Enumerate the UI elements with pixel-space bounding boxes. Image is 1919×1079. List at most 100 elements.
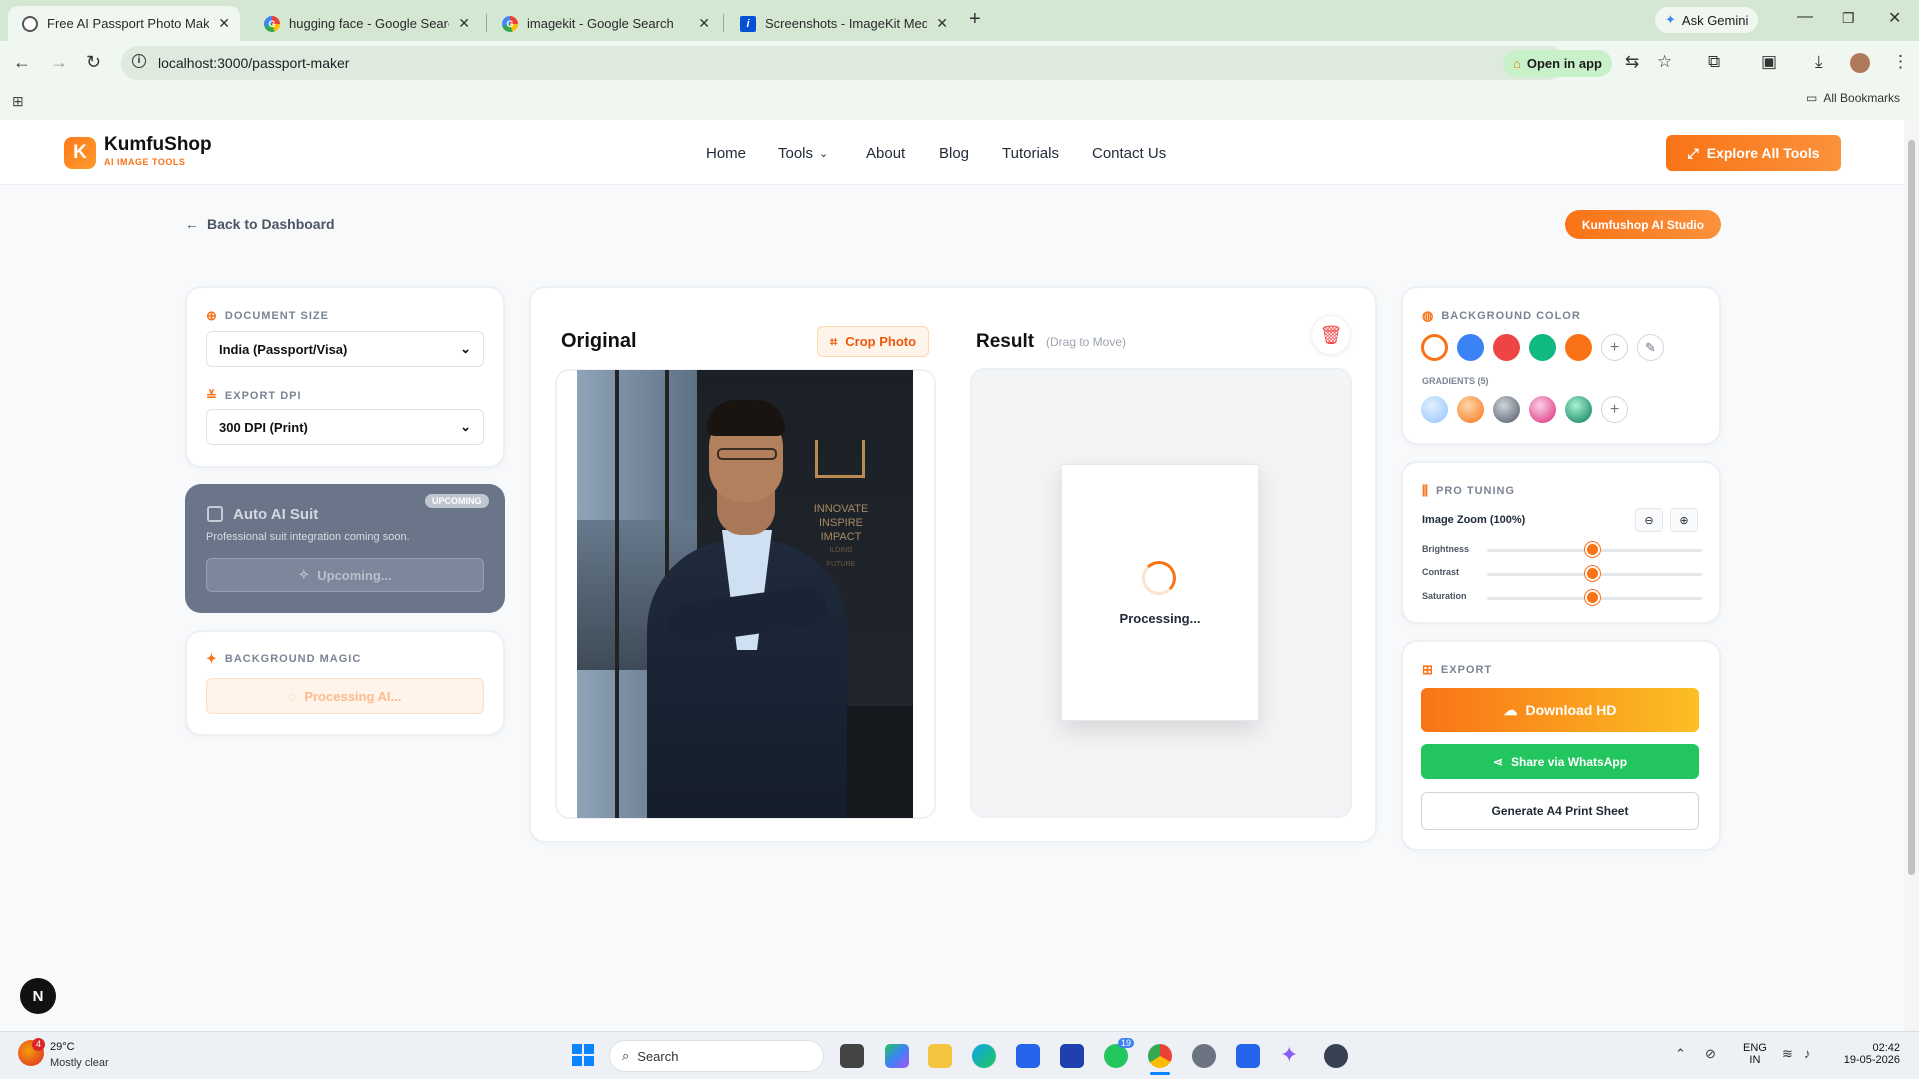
nav-tutorials[interactable]: Tutorials — [1002, 145, 1059, 162]
nav-tools[interactable]: Tools ⌄ — [778, 145, 828, 162]
zoom-in-icon[interactable]: ⊕ — [1670, 508, 1698, 532]
nav-home[interactable]: Home — [706, 145, 746, 162]
chatgpt-icon[interactable] — [1324, 1044, 1348, 1068]
windows-start-icon[interactable] — [572, 1044, 594, 1066]
tab-passport-maker[interactable]: Free AI Passport Photo Maker & ✕ — [8, 6, 240, 41]
site-info-icon[interactable]: i — [132, 54, 146, 68]
reload-icon[interactable]: ↻ — [86, 52, 101, 73]
generate-a4-button[interactable]: Generate A4 Print Sheet — [1421, 792, 1699, 830]
upcoming-button[interactable]: ✧ Upcoming... — [206, 558, 484, 592]
grid-icon: ⊞ — [1422, 662, 1434, 677]
menu-icon[interactable]: ⋮ — [1892, 52, 1909, 72]
profile-avatar[interactable] — [1850, 53, 1870, 73]
extensions-icon[interactable]: ⧉ — [1708, 52, 1720, 72]
document-size-select[interactable]: India (Passport/Visa) ⌄ — [206, 331, 484, 367]
back-icon[interactable]: ← — [13, 52, 31, 73]
eyedropper-icon[interactable]: ✎ — [1637, 334, 1664, 361]
sliders-icon: ⫼ — [1422, 483, 1429, 498]
export-dpi-select[interactable]: 300 DPI (Print) ⌄ — [206, 409, 484, 445]
url-text[interactable]: localhost:3000/passport-maker — [158, 55, 349, 71]
n-avatar[interactable]: N — [20, 978, 56, 1014]
export-dpi-text: EXPORT DPI — [224, 390, 302, 402]
close-tab-icon[interactable]: ✕ — [218, 15, 230, 32]
nav-about[interactable]: About — [866, 145, 905, 162]
temperature[interactable]: 29°C — [50, 1041, 75, 1053]
share-whatsapp-button[interactable]: ⋖ Share via WhatsApp — [1421, 744, 1699, 779]
taskbar-search[interactable]: ⌕ Search — [609, 1040, 824, 1072]
close-tab-icon[interactable]: ✕ — [458, 15, 470, 32]
gradient-green[interactable] — [1565, 396, 1592, 423]
close-tab-icon[interactable]: ✕ — [936, 15, 948, 32]
zoom-out-icon[interactable]: ⊖ — [1635, 508, 1663, 532]
close-tab-icon[interactable]: ✕ — [698, 15, 710, 32]
swatch-orange[interactable] — [1565, 334, 1592, 361]
cloud-download-icon: ☁ — [1503, 701, 1518, 718]
m365-icon[interactable] — [885, 1044, 909, 1068]
document-size-value: India (Passport/Visa) — [219, 341, 348, 357]
crop-photo-button[interactable]: ⌗ Crop Photo — [817, 326, 929, 357]
new-tab-icon[interactable]: + — [969, 8, 981, 31]
volume-icon[interactable]: ♪ — [1804, 1046, 1811, 1061]
bookmark-star-icon[interactable]: ☆ — [1657, 52, 1672, 72]
gradient-pink[interactable] — [1529, 396, 1556, 423]
start-tile — [584, 1044, 594, 1054]
share-icon: ⋖ — [1492, 754, 1504, 769]
gradient-orange[interactable] — [1457, 396, 1484, 423]
download-hd-label: Download HD — [1525, 702, 1617, 718]
forward-icon[interactable]: → — [50, 52, 68, 73]
download-icon[interactable]: ⤓ — [1815, 52, 1823, 72]
nav-contact[interactable]: Contact Us — [1092, 145, 1166, 162]
gradient-gray[interactable] — [1493, 396, 1520, 423]
outlook-icon[interactable] — [1060, 1044, 1084, 1068]
windows-taskbar — [0, 1031, 1919, 1079]
explore-all-tools-button[interactable]: ⤢ Explore All Tools — [1666, 135, 1841, 171]
vscode-icon[interactable] — [1236, 1044, 1260, 1068]
open-in-app-button[interactable]: ⌂ Open in app — [1503, 50, 1612, 77]
translate-icon[interactable]: ⇆ — [1625, 52, 1639, 72]
swatch-green[interactable] — [1529, 334, 1556, 361]
tab-search-icon[interactable]: ▣ — [1761, 52, 1777, 72]
processing-text: Processing... — [1119, 611, 1201, 626]
clock[interactable]: 02:42 19-05-2026 — [1838, 1042, 1900, 1066]
nav-blog[interactable]: Blog — [939, 145, 969, 162]
search-icon: ⌕ — [622, 1048, 630, 1063]
tab-imagekit-screenshots[interactable]: i Screenshots - ImageKit Media L ✕ — [726, 6, 958, 41]
language-line2: IN — [1749, 1054, 1761, 1066]
add-color-icon[interactable]: + — [1601, 334, 1628, 361]
add-gradient-icon[interactable]: + — [1601, 396, 1628, 423]
scrollbar-thumb[interactable] — [1908, 140, 1915, 875]
settings-icon[interactable] — [1192, 1044, 1216, 1068]
logo-mark[interactable]: K — [64, 137, 96, 169]
swatch-blue[interactable] — [1457, 334, 1484, 361]
chevron-up-icon[interactable]: ⌃ — [1675, 1046, 1686, 1062]
swatch-white[interactable] — [1421, 334, 1448, 361]
gemini-icon: ✦ — [1665, 12, 1676, 27]
original-photo[interactable]: INNOVATE INSPIRE IMPACT ILDING FUTURE — [577, 370, 913, 818]
brand-name[interactable]: KumfuShop — [104, 134, 212, 156]
all-bookmarks[interactable]: ▭ All Bookmarks — [1806, 91, 1900, 105]
gradient-blue[interactable] — [1421, 396, 1448, 423]
network-off-icon[interactable]: ⊘ — [1705, 1046, 1716, 1062]
taskbar-search-label: Search — [637, 1048, 679, 1064]
file-explorer-icon[interactable] — [928, 1044, 952, 1068]
restore-icon[interactable]: ❐ — [1842, 10, 1855, 27]
chrome-icon[interactable] — [1148, 1044, 1172, 1068]
apps-grid-icon[interactable]: ⊞ — [12, 93, 24, 110]
minimize-icon[interactable]: — — [1797, 8, 1813, 26]
back-to-dashboard-link[interactable]: ← Back to Dashboard — [185, 216, 335, 232]
tab-hugging-face[interactable]: G hugging face - Google Search ✕ — [250, 6, 480, 41]
language-indicator[interactable]: ENG IN — [1743, 1042, 1767, 1066]
tab-imagekit-search[interactable]: G imagekit - Google Search ✕ — [488, 6, 720, 41]
gemini-app-icon[interactable]: ✦ — [1280, 1042, 1298, 1068]
close-window-icon[interactable]: ✕ — [1888, 8, 1901, 28]
task-view-icon[interactable] — [840, 1044, 864, 1068]
ask-gemini-button[interactable]: ✦ Ask Gemini — [1655, 7, 1759, 33]
trash-icon[interactable]: 🗑 — [1311, 315, 1351, 355]
download-hd-button[interactable]: ☁ Download HD — [1421, 688, 1699, 732]
store-icon[interactable] — [1016, 1044, 1040, 1068]
swatch-red[interactable] — [1493, 334, 1520, 361]
wifi-icon[interactable]: ≋ — [1782, 1046, 1793, 1062]
edge-icon[interactable] — [972, 1044, 996, 1068]
weather-text[interactable]: Mostly clear — [50, 1057, 109, 1069]
processing-ai-button[interactable]: ◌ Processing AI... — [206, 678, 484, 714]
